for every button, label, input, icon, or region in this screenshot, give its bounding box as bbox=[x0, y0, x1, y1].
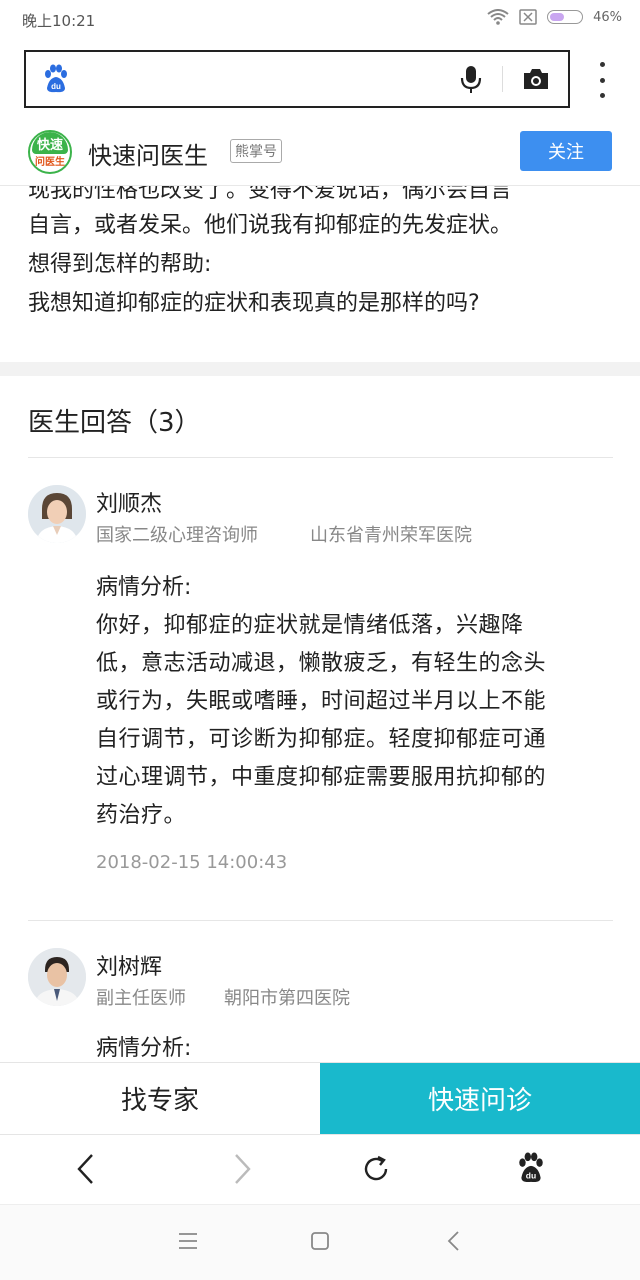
action-bar-border bbox=[0, 1062, 640, 1134]
search-input[interactable] bbox=[24, 50, 570, 108]
follow-button[interactable]: 关注 bbox=[520, 131, 612, 171]
doctor-title: 副主任医师 bbox=[96, 988, 186, 1009]
logo-text-top: 快速 bbox=[36, 138, 63, 153]
battery-icon bbox=[547, 10, 584, 24]
answer-line: 药治疗。 bbox=[96, 803, 187, 828]
doctor-name[interactable]: 刘树辉 bbox=[96, 949, 162, 981]
baidu-home-icon[interactable]: du bbox=[516, 1152, 546, 1184]
baidu-paw-icon: du bbox=[45, 64, 67, 93]
question-line: 自言，或者发呆。他们说我有抑郁症的先发症状。 bbox=[28, 213, 513, 238]
question-line: 现我的性格也改变了。变得不爱说话，偶尔会自言 bbox=[28, 186, 513, 203]
answer-line: 过心理调节，中重度抑郁症需要服用抗抑郁的 bbox=[96, 765, 547, 790]
battery-percent: 46% bbox=[593, 9, 622, 25]
analysis-label: 病情分析: bbox=[96, 1036, 192, 1061]
question-line: 我想知道抑郁症的症状和表现真的是那样的吗? bbox=[28, 291, 480, 316]
account-logo: 快速 问医生 bbox=[28, 130, 72, 174]
answer-line: 低，意志活动减退，懒散疲乏，有轻生的念头 bbox=[96, 651, 547, 676]
answer-divider bbox=[28, 920, 613, 921]
avatar[interactable] bbox=[28, 948, 86, 1006]
avatar[interactable] bbox=[28, 485, 86, 543]
question-clipped: 现我的性格也改变了。变得不爱说话，偶尔会自言 bbox=[0, 186, 640, 204]
status-icons: 46% bbox=[487, 9, 622, 25]
doctor-title: 国家二级心理咨询师 bbox=[96, 525, 258, 546]
section-divider bbox=[0, 362, 640, 376]
forward-icon[interactable] bbox=[230, 1153, 254, 1185]
svg-text:du: du bbox=[526, 1171, 536, 1181]
logo-text-bottom: 问医生 bbox=[35, 157, 65, 168]
refresh-icon[interactable] bbox=[361, 1154, 391, 1184]
menu-icon[interactable] bbox=[178, 1232, 198, 1250]
wifi-icon bbox=[487, 9, 509, 25]
status-time: 晚上10:21 bbox=[22, 12, 96, 30]
doctor-photo-icon bbox=[28, 948, 86, 1006]
question-line: 想得到怎样的帮助: bbox=[28, 252, 212, 277]
answer-line: 你好，抑郁症的症状就是情绪低落，兴趣降 bbox=[96, 613, 524, 638]
microphone-icon[interactable] bbox=[460, 65, 482, 95]
answer-line: 或行为，失眠或嗜睡，时间超过半月以上不能 bbox=[96, 689, 547, 714]
answer-timestamp: 2018-02-15 14:00:43 bbox=[96, 852, 288, 873]
search-divider bbox=[502, 66, 503, 92]
system-back-icon[interactable] bbox=[446, 1230, 462, 1252]
header-divider bbox=[28, 457, 613, 458]
camera-icon[interactable] bbox=[522, 67, 550, 91]
svg-text:du: du bbox=[51, 82, 61, 91]
back-icon[interactable] bbox=[74, 1153, 98, 1185]
account-name[interactable]: 快速问医生 bbox=[88, 136, 208, 171]
answers-header: 医生回答（3） bbox=[28, 408, 201, 438]
doctor-name[interactable]: 刘顺杰 bbox=[96, 486, 162, 518]
answer-line: 自行调节，可诊断为抑郁症。轻度抑郁症可通 bbox=[96, 727, 547, 752]
account-badge: 熊掌号 bbox=[230, 139, 282, 163]
sim-card-icon bbox=[519, 9, 537, 25]
doctor-photo-icon bbox=[28, 485, 86, 543]
home-square-icon[interactable] bbox=[310, 1231, 330, 1251]
more-menu-icon[interactable] bbox=[594, 62, 610, 98]
analysis-label: 病情分析: bbox=[96, 575, 192, 600]
doctor-hospital: 山东省青州荣军医院 bbox=[310, 525, 472, 546]
doctor-hospital: 朝阳市第四医院 bbox=[224, 988, 350, 1009]
